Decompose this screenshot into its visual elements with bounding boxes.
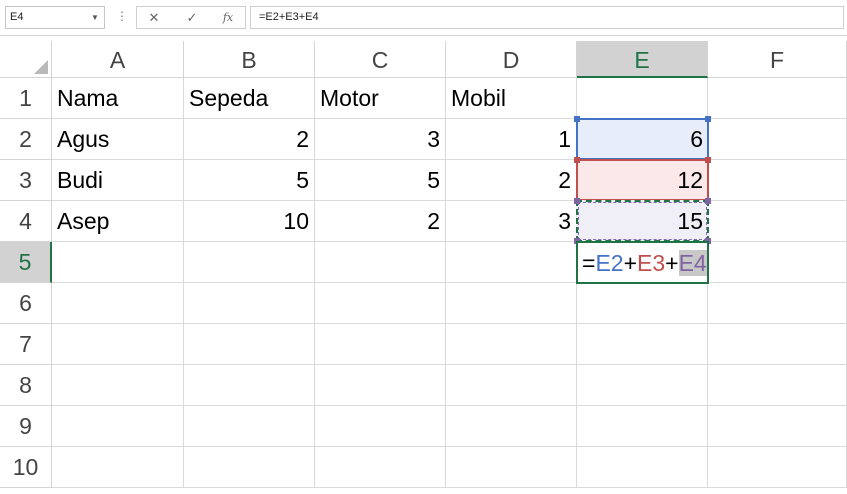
cell-b8[interactable] bbox=[184, 365, 315, 406]
cell-f4[interactable] bbox=[708, 201, 847, 242]
cell-f2[interactable] bbox=[708, 119, 847, 160]
formula-ref-e3: E3 bbox=[637, 250, 666, 276]
cell-f10[interactable] bbox=[708, 447, 847, 488]
cell-a2[interactable]: Agus bbox=[52, 119, 184, 160]
cell-c5[interactable] bbox=[315, 242, 446, 283]
cell-b3[interactable]: 5 bbox=[184, 160, 315, 201]
cell-a1[interactable]: Nama bbox=[52, 78, 184, 119]
cell-f1[interactable] bbox=[708, 78, 847, 119]
cell-e2[interactable]: 6 bbox=[577, 119, 708, 160]
cell-d4[interactable]: 3 bbox=[446, 201, 577, 242]
formula-equals: = bbox=[582, 250, 596, 276]
cell-d6[interactable] bbox=[446, 283, 577, 324]
cell-c3[interactable]: 5 bbox=[315, 160, 446, 201]
cancel-icon[interactable]: ✕ bbox=[143, 9, 165, 27]
cell-a6[interactable] bbox=[52, 283, 184, 324]
cell-b9[interactable] bbox=[184, 406, 315, 447]
cell-d3[interactable]: 2 bbox=[446, 160, 577, 201]
cell-b6[interactable] bbox=[184, 283, 315, 324]
formula-input[interactable]: =E2+E3+E4 bbox=[250, 6, 844, 29]
cell-c7[interactable] bbox=[315, 324, 446, 365]
row-header-10[interactable]: 10 bbox=[0, 447, 52, 488]
cell-c2[interactable]: 3 bbox=[315, 119, 446, 160]
insert-function-icon[interactable]: fx bbox=[217, 9, 239, 27]
cell-c8[interactable] bbox=[315, 365, 446, 406]
cell-e6[interactable] bbox=[577, 283, 708, 324]
column-header-d[interactable]: D bbox=[446, 41, 577, 78]
cell-d5[interactable] bbox=[446, 242, 577, 283]
formula-text: =E2+E3+E4 bbox=[259, 11, 319, 23]
row-header-9[interactable]: 9 bbox=[0, 406, 52, 447]
row-header-2[interactable]: 2 bbox=[0, 119, 52, 160]
row-header-6[interactable]: 6 bbox=[0, 283, 52, 324]
name-box[interactable]: E4 ▼ bbox=[5, 6, 105, 29]
name-box-value: E4 bbox=[10, 11, 24, 23]
formula-plus: + bbox=[623, 250, 638, 276]
cell-b2[interactable]: 2 bbox=[184, 119, 315, 160]
enter-icon[interactable]: ✓ bbox=[181, 9, 203, 27]
row-header-8[interactable]: 8 bbox=[0, 365, 52, 406]
column-header-f[interactable]: F bbox=[708, 41, 847, 78]
cell-a9[interactable] bbox=[52, 406, 184, 447]
cell-d2[interactable]: 1 bbox=[446, 119, 577, 160]
more-options-icon[interactable]: ⋮ bbox=[116, 8, 128, 24]
cell-c9[interactable] bbox=[315, 406, 446, 447]
cell-e5-formula[interactable]: =E2+E3+E4 bbox=[582, 241, 707, 284]
cell-f3[interactable] bbox=[708, 160, 847, 201]
cell-a7[interactable] bbox=[52, 324, 184, 365]
row-header-3[interactable]: 3 bbox=[0, 160, 52, 201]
cell-b4[interactable]: 10 bbox=[184, 201, 315, 242]
cell-e1[interactable] bbox=[577, 78, 708, 119]
row-header-4[interactable]: 4 bbox=[0, 201, 52, 242]
cell-a3[interactable]: Budi bbox=[52, 160, 184, 201]
row-header-7[interactable]: 7 bbox=[0, 324, 52, 365]
cell-a8[interactable] bbox=[52, 365, 184, 406]
formula-ref-e2: E2 bbox=[595, 250, 624, 276]
cell-c10[interactable] bbox=[315, 447, 446, 488]
cell-c4[interactable]: 2 bbox=[315, 201, 446, 242]
cell-a10[interactable] bbox=[52, 447, 184, 488]
cell-a4[interactable]: Asep bbox=[52, 201, 184, 242]
cell-d10[interactable] bbox=[446, 447, 577, 488]
cell-b7[interactable] bbox=[184, 324, 315, 365]
formula-plus: + bbox=[665, 250, 679, 276]
cell-e10[interactable] bbox=[577, 447, 708, 488]
cell-b10[interactable] bbox=[184, 447, 315, 488]
cell-e4[interactable]: 15 bbox=[577, 201, 708, 242]
cell-d9[interactable] bbox=[446, 406, 577, 447]
cell-d7[interactable] bbox=[446, 324, 577, 365]
select-all-icon bbox=[34, 60, 48, 74]
column-header-a[interactable]: A bbox=[52, 41, 184, 78]
column-header-b[interactable]: B bbox=[184, 41, 315, 78]
cell-e9[interactable] bbox=[577, 406, 708, 447]
select-all-button[interactable] bbox=[0, 41, 52, 78]
cell-f6[interactable] bbox=[708, 283, 847, 324]
cell-b5[interactable] bbox=[184, 242, 315, 283]
cell-c1[interactable]: Motor bbox=[315, 78, 446, 119]
formula-buttons: ✕ ✓ fx bbox=[136, 6, 246, 29]
cell-f8[interactable] bbox=[708, 365, 847, 406]
row-header-1[interactable]: 1 bbox=[0, 78, 52, 119]
cell-e3[interactable]: 12 bbox=[577, 160, 708, 201]
formula-ref-e4: E4 bbox=[678, 250, 707, 276]
cell-a5[interactable] bbox=[52, 242, 184, 283]
cell-c6[interactable] bbox=[315, 283, 446, 324]
spreadsheet-grid: A B C D E F 1 2 3 4 5 6 7 8 9 10 Nama Se… bbox=[0, 41, 847, 494]
cell-b1[interactable]: Sepeda bbox=[184, 78, 315, 119]
cell-e7[interactable] bbox=[577, 324, 708, 365]
formula-bar: E4 ▼ ⋮ ✕ ✓ fx =E2+E3+E4 bbox=[0, 0, 847, 36]
cell-d8[interactable] bbox=[446, 365, 577, 406]
cell-e8[interactable] bbox=[577, 365, 708, 406]
column-header-c[interactable]: C bbox=[315, 41, 446, 78]
column-header-e[interactable]: E bbox=[577, 41, 708, 78]
cell-f9[interactable] bbox=[708, 406, 847, 447]
row-header-5[interactable]: 5 bbox=[0, 242, 52, 283]
cell-f7[interactable] bbox=[708, 324, 847, 365]
chevron-down-icon[interactable]: ▼ bbox=[89, 10, 101, 26]
cell-d1[interactable]: Mobil bbox=[446, 78, 577, 119]
cell-f5[interactable] bbox=[708, 242, 847, 283]
